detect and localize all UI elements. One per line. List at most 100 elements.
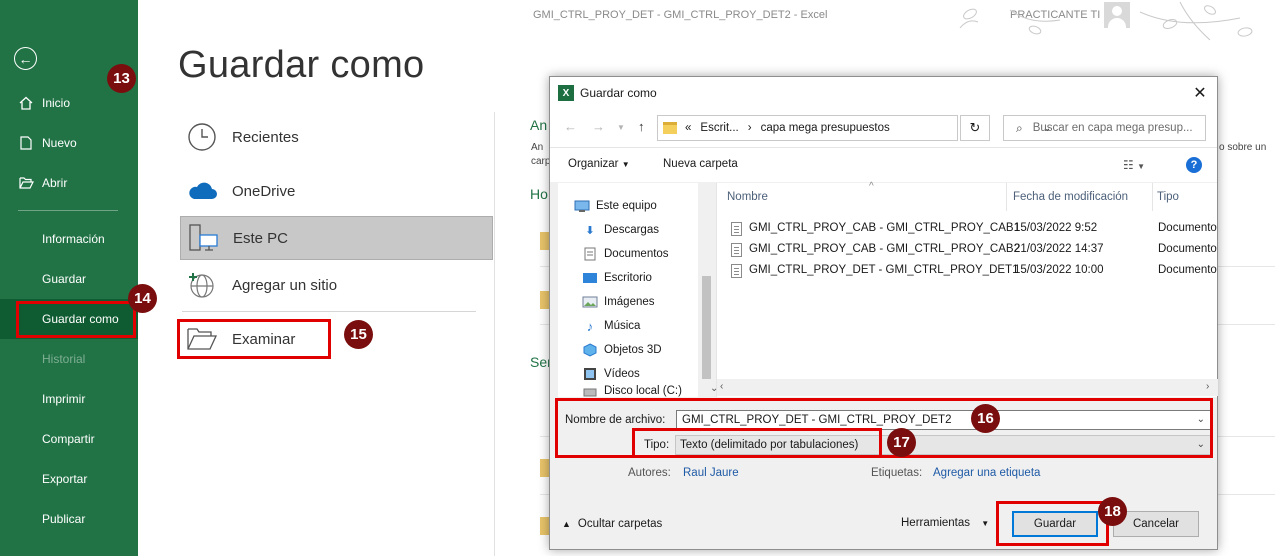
view-options-icon[interactable]: ☷ ▼ bbox=[1123, 158, 1145, 172]
excel-icon: X bbox=[558, 85, 574, 101]
back-arrow-icon[interactable]: ← bbox=[14, 47, 37, 70]
place-agregar-sitio[interactable]: Agregar un sitio bbox=[180, 263, 493, 307]
address-row: ← → ▼ ↑ « Escrit... › capa mega presupue… bbox=[550, 109, 1217, 147]
file-name: GMI_CTRL_PROY_CAB - GMI_CTRL_PROY_CAB1 bbox=[749, 222, 1020, 234]
organize-label: Organizar bbox=[568, 158, 619, 170]
column-label: Nombre bbox=[727, 191, 768, 203]
text-file-icon bbox=[731, 243, 742, 257]
nav-item-objetos-3d[interactable]: Objetos 3D bbox=[582, 339, 662, 361]
refresh-button[interactable]: ↻ bbox=[960, 115, 990, 141]
close-icon[interactable]: ✕ bbox=[1190, 83, 1210, 103]
annotation-badge: 14 bbox=[128, 284, 157, 313]
nav-item-este-equipo[interactable]: Este equipo bbox=[574, 195, 657, 217]
sidebar-item-informacion[interactable]: Información bbox=[0, 219, 138, 259]
documents-icon bbox=[582, 247, 598, 261]
nav-item-disco-local[interactable]: Disco local (C:) bbox=[582, 385, 682, 397]
table-row[interactable]: GMI_CTRL_PROY_CAB - GMI_CTRL_PROY_CAB1 1… bbox=[729, 218, 1218, 239]
nav-item-escritorio[interactable]: Escritorio bbox=[582, 267, 652, 289]
search-placeholder: Buscar en capa mega presup... bbox=[1032, 122, 1193, 134]
file-list: Nombre ^ Fecha de modificación Tipo GMI_… bbox=[716, 181, 1218, 397]
address-bar[interactable]: « Escrit... › capa mega presupuestos ⌄ bbox=[657, 115, 1051, 141]
help-icon[interactable]: ? bbox=[1186, 157, 1202, 173]
column-header-name[interactable]: Nombre ^ bbox=[727, 181, 1007, 211]
pictures-icon bbox=[582, 295, 598, 309]
column-header-type[interactable]: Tipo bbox=[1157, 183, 1218, 211]
place-recientes[interactable]: Recientes bbox=[180, 115, 493, 159]
file-date: 15/03/2022 9:52 bbox=[1014, 222, 1098, 234]
refresh-icon: ↻ bbox=[969, 120, 981, 135]
disk-icon bbox=[582, 385, 598, 397]
page-title: Guardar como bbox=[178, 44, 425, 86]
sidebar-item-compartir[interactable]: Compartir bbox=[0, 419, 138, 459]
annotation-badge: 16 bbox=[971, 404, 1000, 433]
nav-item-videos[interactable]: Vídeos bbox=[582, 363, 640, 385]
annotation-badge: 18 bbox=[1098, 497, 1127, 526]
sidebar-item-label: Nuevo bbox=[42, 136, 77, 150]
place-label: Agregar un sitio bbox=[232, 276, 338, 294]
scroll-left-icon[interactable]: ‹ bbox=[720, 381, 723, 392]
bg-text-partial: carp bbox=[531, 156, 551, 167]
sidebar-item-label: Imprimir bbox=[42, 392, 86, 406]
sidebar-item-publicar[interactable]: Publicar bbox=[0, 499, 138, 539]
breadcrumb-segment[interactable]: Escrit... bbox=[700, 122, 738, 134]
nav-item-musica[interactable]: ♪ Música bbox=[582, 315, 641, 337]
nav-item-label: Música bbox=[604, 320, 641, 332]
sidebar-item-label: Compartir bbox=[42, 432, 95, 446]
sidebar-item-guardar[interactable]: Guardar bbox=[0, 259, 138, 299]
sidebar-item-nuevo[interactable]: Nuevo bbox=[0, 123, 138, 163]
tools-button[interactable]: Herramientas ▼ bbox=[901, 517, 989, 529]
place-label: Recientes bbox=[232, 128, 299, 146]
table-row[interactable]: GMI_CTRL_PROY_DET - GMI_CTRL_PROY_DET1 1… bbox=[729, 260, 1218, 281]
scroll-right-icon[interactable]: › bbox=[1206, 381, 1209, 392]
chevron-down-icon[interactable]: ▼ bbox=[617, 123, 625, 132]
video-icon bbox=[582, 367, 598, 381]
horizontal-scrollbar[interactable]: ‹ › bbox=[717, 379, 1218, 396]
nav-item-label: Objetos 3D bbox=[604, 344, 662, 356]
sidebar-item-abrir[interactable]: Abrir bbox=[0, 163, 138, 203]
sidebar-item-label: Exportar bbox=[42, 472, 88, 486]
folder-icon bbox=[663, 122, 677, 134]
organize-button[interactable]: Organizar ▼ bbox=[568, 158, 630, 170]
sidebar-item-label: Información bbox=[42, 232, 105, 246]
nav-item-label: Disco local (C:) bbox=[604, 385, 682, 397]
sidebar-divider bbox=[18, 210, 118, 211]
place-este-pc[interactable]: Este PC bbox=[180, 216, 493, 260]
hide-folders-button[interactable]: ▲ Ocultar carpetas bbox=[562, 518, 662, 530]
text-file-icon bbox=[731, 222, 742, 236]
nav-item-descargas[interactable]: ⬇ Descargas bbox=[582, 219, 659, 241]
search-input[interactable]: ⌕ Buscar en capa mega presup... bbox=[1003, 115, 1206, 141]
breadcrumb-separator-icon: › bbox=[747, 122, 752, 134]
file-date: 21/03/2022 14:37 bbox=[1014, 243, 1104, 255]
sidebar-item-exportar[interactable]: Exportar bbox=[0, 459, 138, 499]
leaves-decoration-icon bbox=[959, 1, 1253, 41]
places-divider bbox=[182, 311, 476, 312]
nav-scroll-down-icon[interactable]: ⌄ bbox=[710, 383, 718, 394]
place-onedrive[interactable]: OneDrive bbox=[180, 169, 493, 213]
up-arrow-icon[interactable]: ↑ bbox=[638, 119, 645, 134]
tags-label: Etiquetas: bbox=[871, 467, 923, 479]
sidebar-item-imprimir[interactable]: Imprimir bbox=[0, 379, 138, 419]
dialog-toolbar: Organizar ▼ Nueva carpeta ☷ ▼ ? bbox=[550, 147, 1217, 182]
navigation-pane: Este equipo ⬇ Descargas Documentos Escri… bbox=[558, 183, 715, 397]
breadcrumb-segment[interactable]: capa mega presupuestos bbox=[761, 122, 890, 134]
nav-scrollbar-thumb[interactable] bbox=[702, 276, 711, 379]
nav-item-documentos[interactable]: Documentos bbox=[582, 243, 669, 265]
nav-item-imagenes[interactable]: Imágenes bbox=[582, 291, 655, 313]
table-row[interactable]: GMI_CTRL_PROY_CAB - GMI_CTRL_PROY_CAB2 2… bbox=[729, 239, 1218, 260]
sidebar-item-label: Inicio bbox=[42, 96, 71, 110]
file-type: Documento bbox=[1158, 222, 1217, 234]
forward-icon[interactable]: → bbox=[592, 119, 605, 134]
sidebar-item-historial: Historial bbox=[0, 339, 138, 379]
new-doc-icon bbox=[18, 136, 34, 150]
back-icon[interactable]: ← bbox=[564, 119, 577, 134]
breadcrumb-root[interactable]: « bbox=[685, 122, 691, 134]
add-tag-link[interactable]: Agregar una etiqueta bbox=[933, 467, 1040, 479]
globe-plus-icon bbox=[182, 265, 222, 305]
new-folder-button[interactable]: Nueva carpeta bbox=[663, 158, 738, 170]
computer-icon bbox=[574, 199, 590, 213]
dialog-titlebar[interactable]: X Guardar como ✕ bbox=[550, 77, 1217, 109]
column-header-date[interactable]: Fecha de modificación bbox=[1013, 183, 1153, 211]
authors-value[interactable]: Raul Jaure bbox=[683, 467, 739, 479]
nav-item-label: Imágenes bbox=[604, 296, 655, 308]
column-label: Tipo bbox=[1157, 191, 1179, 203]
